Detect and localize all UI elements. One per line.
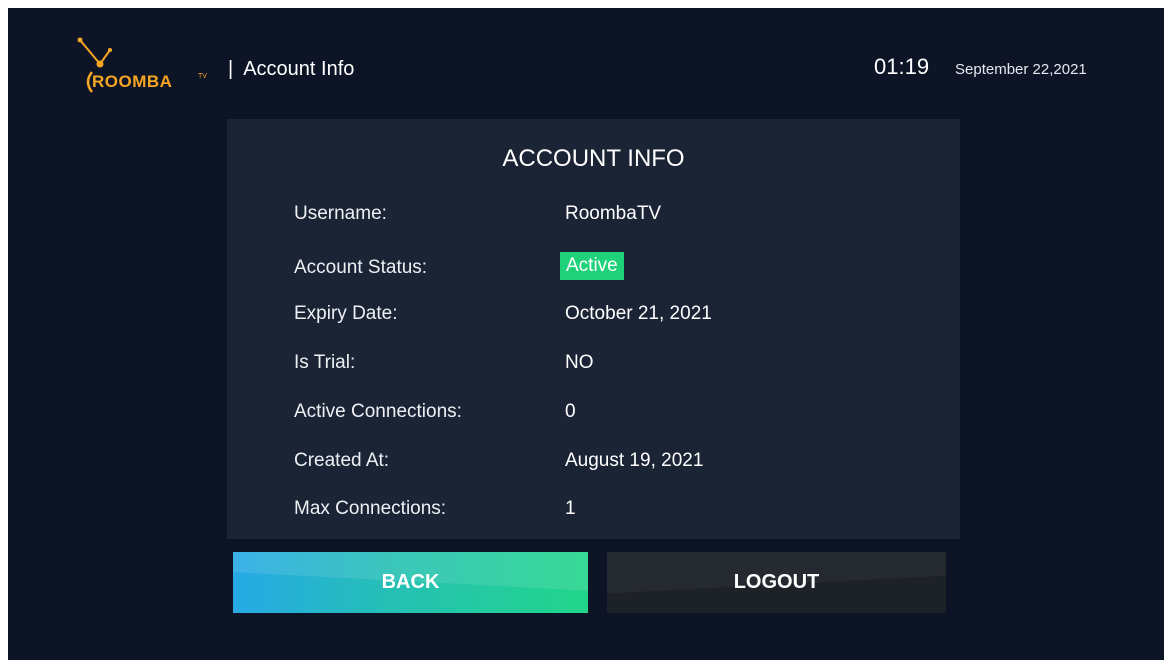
info-row-max-connections: Max Connections: 1 xyxy=(227,498,960,528)
title-separator: | xyxy=(228,58,234,80)
roomba-tv-logo: ROOMBA TV xyxy=(66,28,207,98)
row-value: NO xyxy=(565,352,594,373)
row-value: 0 xyxy=(565,401,576,422)
info-row-expiry-date: Expiry Date: October 21, 2021 xyxy=(227,303,960,333)
status-badge: Active xyxy=(560,252,624,280)
info-row-is-trial: Is Trial: NO xyxy=(227,352,960,382)
row-label: Is Trial: xyxy=(294,352,356,373)
row-value: October 21, 2021 xyxy=(565,303,712,324)
logo-trademark: TV xyxy=(198,73,207,80)
row-value: August 19, 2021 xyxy=(565,450,704,471)
row-value: 1 xyxy=(565,498,576,519)
row-label: Username: xyxy=(294,203,387,224)
app-screen: ROOMBA TV | Account Info 01:19 September … xyxy=(8,8,1164,660)
page-title-text: Account Info xyxy=(243,58,355,80)
row-label: Expiry Date: xyxy=(294,303,398,324)
row-label: Active Connections: xyxy=(294,401,462,422)
row-label: Max Connections: xyxy=(294,498,447,519)
row-label: Account Status: xyxy=(294,257,428,278)
logout-button-label: LOGOUT xyxy=(733,571,820,593)
clock-time: 01:19 xyxy=(874,54,930,79)
logout-button[interactable]: LOGOUT xyxy=(607,552,946,613)
clock-date: September 22,2021 xyxy=(955,61,1087,78)
info-row-account-status: Account Status: Active xyxy=(227,252,960,287)
info-row-created-at: Created At: August 19, 2021 xyxy=(227,450,960,480)
info-row-active-connections: Active Connections: 0 xyxy=(227,401,960,431)
back-button-label: BACK xyxy=(381,571,440,593)
info-row-username: Username: RoombaTV xyxy=(227,203,960,233)
back-button[interactable]: BACK xyxy=(233,552,588,613)
card-title: ACCOUNT INFO xyxy=(502,145,685,172)
row-value: RoombaTV xyxy=(565,203,662,224)
row-label: Created At: xyxy=(294,450,390,471)
account-info-card: ACCOUNT INFO Username: RoombaTV Account … xyxy=(227,119,960,539)
logo-text: ROOMBA xyxy=(92,72,173,91)
page-title: | Account Info xyxy=(228,58,354,81)
